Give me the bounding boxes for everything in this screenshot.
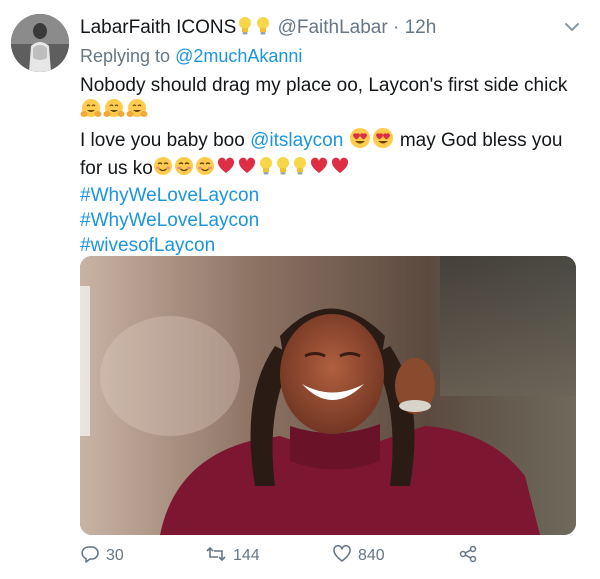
hugging-face-icon [103, 98, 125, 127]
red-heart-icon [216, 156, 236, 183]
tweet-line-3-suffix: may God bless you [399, 130, 563, 151]
red-heart-icon [237, 156, 257, 183]
lightbulb-icon [237, 16, 253, 43]
tweet-actions: 30 144 840 [80, 544, 580, 568]
lightbulb-icon [275, 156, 291, 183]
retweet-icon [205, 544, 227, 569]
replying-to-link[interactable]: @2muchAkanni [175, 46, 302, 66]
mention-link[interactable]: @itslaycon [250, 130, 343, 151]
tweet: LabarFaith ICONS @FaithLabar · 12h Reply… [0, 0, 600, 579]
tweet-photo[interactable] [80, 256, 576, 535]
timestamp[interactable]: 12h [405, 17, 437, 38]
smiling-blush-icon [195, 156, 215, 183]
tweet-header: LabarFaith ICONS @FaithLabar · 12h [80, 16, 560, 40]
reply-button[interactable]: 30 [80, 544, 124, 568]
share-button[interactable] [458, 544, 478, 568]
tweet-line-3-prefix: I love you baby boo [80, 130, 245, 151]
heart-eyes-icon [372, 127, 394, 156]
tweet-line-4: for us ko [80, 156, 585, 183]
share-icon [458, 544, 478, 569]
retweet-count: 144 [233, 547, 260, 564]
heart-icon [332, 544, 352, 569]
lightbulb-icon [292, 156, 308, 183]
tweet-line-1: Nobody should drag my place oo, Laycon's… [80, 75, 568, 96]
retweet-button[interactable]: 144 [205, 544, 260, 568]
like-button[interactable]: 840 [332, 544, 385, 568]
lightbulb-icon [255, 16, 271, 43]
chevron-down-icon[interactable] [562, 19, 582, 35]
hashtag-link[interactable]: #WhyWeLoveLaycon [80, 183, 585, 208]
hugging-face-icon [126, 98, 148, 127]
tweet-line-2 [80, 98, 585, 127]
display-name[interactable]: LabarFaith ICONS [80, 17, 236, 38]
avatar[interactable] [11, 14, 69, 72]
heart-eyes-icon [349, 127, 371, 156]
smiling-blush-icon [174, 156, 194, 183]
replying-to: Replying to @2muchAkanni [80, 44, 302, 68]
tweet-line-4-prefix: for us ko [80, 158, 153, 179]
user-handle[interactable]: @FaithLabar [278, 17, 388, 38]
smiling-blush-icon [153, 156, 173, 183]
like-count: 840 [358, 547, 385, 564]
lightbulb-icon [258, 156, 274, 183]
separator-dot: · [392, 17, 400, 38]
tweet-text: Nobody should drag my place oo, Laycon's… [80, 73, 585, 258]
hashtag-link[interactable]: #wivesofLaycon [80, 233, 585, 258]
hashtag-link[interactable]: #WhyWeLoveLaycon [80, 208, 585, 233]
hugging-face-icon [80, 98, 102, 127]
reply-count: 30 [106, 547, 124, 564]
replying-label: Replying to [80, 46, 171, 66]
tweet-line-3: I love you baby boo @itslaycon may God b… [80, 127, 585, 156]
red-heart-icon [309, 156, 329, 183]
red-heart-icon [330, 156, 350, 183]
reply-icon [80, 544, 100, 569]
